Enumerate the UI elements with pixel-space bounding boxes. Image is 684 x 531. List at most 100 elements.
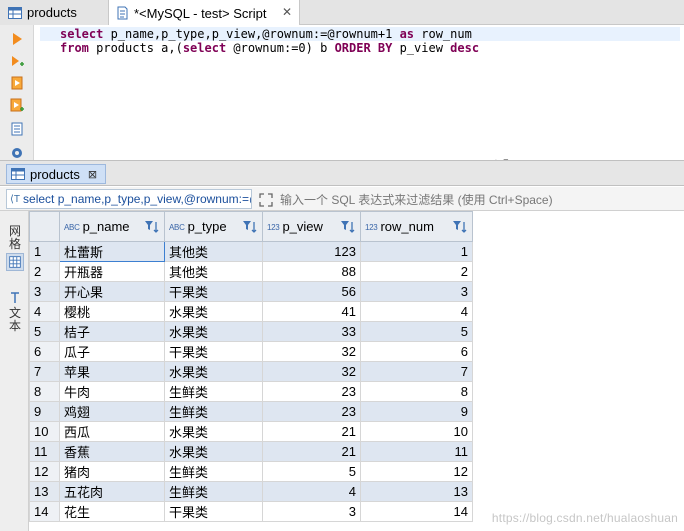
- cell-row_num[interactable]: 12: [360, 461, 473, 482]
- row-number[interactable]: 9: [29, 401, 60, 422]
- table-row[interactable]: 9 鸡翅 生鲜类 23 9: [29, 401, 473, 422]
- column-header-3[interactable]: 123 row_num: [360, 211, 473, 242]
- cell-p_name[interactable]: 杜蕾斯: [59, 241, 165, 262]
- cell-p_name[interactable]: 猪肉: [59, 461, 165, 482]
- result-grid[interactable]: ABC p_name ABC p_type 123 p_view 123 row_num 1杜…: [29, 211, 684, 531]
- column-filter-icon[interactable]: [144, 219, 160, 235]
- cell-p_view[interactable]: 56: [262, 281, 361, 302]
- grid-view-icon[interactable]: [6, 253, 24, 271]
- cell-p_view[interactable]: 33: [262, 321, 361, 342]
- cell-row_num[interactable]: 11: [360, 441, 473, 462]
- sql-editor[interactable]: select p_name,p_type,p_view,@rownum:=@ro…: [0, 25, 684, 166]
- table-row[interactable]: 10 西瓜 水果类 21 10: [29, 421, 473, 442]
- cell-p_name[interactable]: 西瓜: [59, 421, 165, 442]
- cell-p_view[interactable]: 5: [262, 461, 361, 482]
- cell-p_name[interactable]: 瓜子: [59, 341, 165, 362]
- column-filter-icon[interactable]: [340, 219, 356, 235]
- cell-p_type[interactable]: 干果类: [164, 501, 263, 522]
- table-row[interactable]: 6 瓜子 干果类 32 6: [29, 341, 473, 362]
- row-number[interactable]: 11: [29, 441, 60, 462]
- cell-p_type[interactable]: 生鲜类: [164, 481, 263, 502]
- cell-row_num[interactable]: 4: [360, 301, 473, 322]
- cell-p_type[interactable]: 生鲜类: [164, 381, 263, 402]
- table-row[interactable]: 2 开瓶器 其他类 88 2: [29, 261, 473, 282]
- row-number[interactable]: 8: [29, 381, 60, 402]
- row-number[interactable]: 4: [29, 301, 60, 322]
- column-header-2[interactable]: 123 p_view: [262, 211, 361, 242]
- cell-p_view[interactable]: 23: [262, 401, 361, 422]
- cell-row_num[interactable]: 10: [360, 421, 473, 442]
- cell-p_view[interactable]: 4: [262, 481, 361, 502]
- cell-row_num[interactable]: 14: [360, 501, 473, 522]
- sql-text[interactable]: select p_name,p_type,p_view,@rownum:=@ro…: [40, 27, 680, 55]
- cell-p_name[interactable]: 樱桃: [59, 301, 165, 322]
- cell-p_view[interactable]: 32: [262, 361, 361, 382]
- cell-p_type[interactable]: 水果类: [164, 421, 263, 442]
- cell-p_name[interactable]: 开心果: [59, 281, 165, 302]
- table-row[interactable]: 3 开心果 干果类 56 3: [29, 281, 473, 302]
- cell-row_num[interactable]: 7: [360, 361, 473, 382]
- execute-statement-icon[interactable]: [9, 31, 25, 47]
- execute-script-icon[interactable]: [9, 75, 25, 91]
- cell-p_view[interactable]: 88: [262, 261, 361, 282]
- cell-row_num[interactable]: 3: [360, 281, 473, 302]
- cell-p_view[interactable]: 3: [262, 501, 361, 522]
- cell-p_name[interactable]: 苹果: [59, 361, 165, 382]
- cell-row_num[interactable]: 6: [360, 341, 473, 362]
- row-number[interactable]: 3: [29, 281, 60, 302]
- execute-new-tab-icon[interactable]: [9, 53, 25, 69]
- row-number-header[interactable]: [29, 211, 60, 242]
- cell-row_num[interactable]: 13: [360, 481, 473, 502]
- table-row[interactable]: 14 花生 干果类 3 14: [29, 501, 473, 522]
- cell-row_num[interactable]: 5: [360, 321, 473, 342]
- cell-p_type[interactable]: 水果类: [164, 361, 263, 382]
- table-row[interactable]: 11 香蕉 水果类 21 11: [29, 441, 473, 462]
- cell-p_type[interactable]: 其他类: [164, 261, 263, 282]
- cell-p_name[interactable]: 桔子: [59, 321, 165, 342]
- cell-row_num[interactable]: 2: [360, 261, 473, 282]
- close-icon[interactable]: ✕: [281, 6, 293, 18]
- table-row[interactable]: 5 桔子 水果类 33 5: [29, 321, 473, 342]
- settings-icon[interactable]: [9, 145, 25, 161]
- row-number[interactable]: 5: [29, 321, 60, 342]
- cell-p_type[interactable]: 生鲜类: [164, 461, 263, 482]
- row-number[interactable]: 1: [29, 241, 60, 262]
- cell-p_type[interactable]: 生鲜类: [164, 401, 263, 422]
- grid-mode-label[interactable]: 网格: [7, 225, 23, 251]
- table-row[interactable]: 4 樱桃 水果类 41 4: [29, 301, 473, 322]
- cell-p_name[interactable]: 牛肉: [59, 381, 165, 402]
- execute-script-new-tab-icon[interactable]: [9, 97, 25, 113]
- expand-icon[interactable]: [258, 192, 274, 208]
- cell-p_type[interactable]: 水果类: [164, 321, 263, 342]
- row-number[interactable]: 6: [29, 341, 60, 362]
- cell-p_view[interactable]: 21: [262, 441, 361, 462]
- filter-hint[interactable]: 输入一个 SQL 表达式来过滤结果 (使用 Ctrl+Space): [258, 191, 553, 208]
- tab-products[interactable]: products: [0, 0, 108, 25]
- results-tab-products[interactable]: products ⊠: [6, 164, 106, 184]
- cell-row_num[interactable]: 1: [360, 241, 473, 262]
- table-row[interactable]: 1 杜蕾斯 其他类 123 1: [29, 241, 473, 262]
- cell-p_name[interactable]: 开瓶器: [59, 261, 165, 282]
- table-row[interactable]: 8 牛肉 生鲜类 23 8: [29, 381, 473, 402]
- cell-p_type[interactable]: 干果类: [164, 281, 263, 302]
- cell-p_name[interactable]: 香蕉: [59, 441, 165, 462]
- cell-p_type[interactable]: 其他类: [164, 241, 263, 262]
- column-header-0[interactable]: ABC p_name: [59, 211, 165, 242]
- table-row[interactable]: 12 猪肉 生鲜类 5 12: [29, 461, 473, 482]
- cell-row_num[interactable]: 9: [360, 401, 473, 422]
- row-number[interactable]: 2: [29, 261, 60, 282]
- column-filter-icon[interactable]: [452, 219, 468, 235]
- text-view-icon[interactable]: [6, 289, 24, 307]
- row-number[interactable]: 13: [29, 481, 60, 502]
- row-number[interactable]: 10: [29, 421, 60, 442]
- cell-p_view[interactable]: 23: [262, 381, 361, 402]
- explain-plan-icon[interactable]: [9, 121, 25, 137]
- column-filter-icon[interactable]: [242, 219, 258, 235]
- row-number[interactable]: 7: [29, 361, 60, 382]
- row-number[interactable]: 12: [29, 461, 60, 482]
- text-mode-label[interactable]: 文本: [7, 307, 23, 333]
- cell-p_name[interactable]: 花生: [59, 501, 165, 522]
- cell-p_view[interactable]: 41: [262, 301, 361, 322]
- cell-p_name[interactable]: 鸡翅: [59, 401, 165, 422]
- column-header-1[interactable]: ABC p_type: [164, 211, 263, 242]
